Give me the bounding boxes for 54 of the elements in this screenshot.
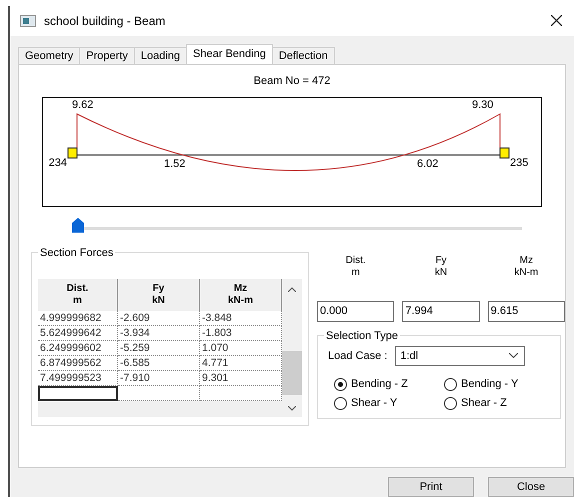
- scroll-up-icon: [288, 286, 296, 292]
- readout-label: Fy kN: [434, 254, 448, 279]
- moment-value: 9.30: [472, 98, 494, 111]
- group-title: Section Forces: [39, 246, 114, 259]
- radio-option[interactable]: Shear - Z: [444, 396, 554, 410]
- group-title: Selection Type: [325, 330, 399, 342]
- tab[interactable]: Deflection: [272, 46, 335, 64]
- table-cell: 4.999999682: [38, 310, 118, 326]
- chevron-down-icon: [509, 353, 518, 358]
- radio-option[interactable]: Bending - Z: [334, 378, 444, 391]
- radio-option[interactable]: Shear - Y: [334, 396, 444, 410]
- table-cell: 7.499999523: [38, 370, 118, 386]
- table-cell: 6.874999562: [38, 356, 118, 371]
- node-label: 235: [510, 156, 528, 169]
- scrollbar-thumb[interactable]: [282, 350, 302, 395]
- support-node: [68, 147, 78, 158]
- moment-value: 9.62: [72, 98, 94, 111]
- close-icon: [551, 15, 562, 26]
- load-case-dropdown[interactable]: 1:dl: [395, 346, 526, 366]
- readout-label: Mz kN-m: [513, 254, 540, 279]
- table-cell: -3.934: [118, 326, 200, 341]
- readout-field[interactable]: 9.615: [488, 300, 565, 322]
- window-title: school building - Beam: [44, 14, 166, 28]
- table-cell: 5.624999642: [38, 326, 118, 341]
- table-cell: 4.771: [200, 356, 282, 371]
- table-cell: 1.070: [200, 340, 282, 356]
- readout-field[interactable]: 7.994: [402, 300, 480, 322]
- dialog-button[interactable]: Close: [488, 477, 574, 497]
- tab[interactable]: Loading: [134, 46, 188, 64]
- tab[interactable]: Shear Bending: [186, 44, 273, 64]
- tab[interactable]: Geometry: [18, 46, 80, 64]
- readout-field[interactable]: 0.000: [317, 300, 394, 322]
- zero-point-label: 6.02: [417, 158, 438, 170]
- beam-number: Beam No = 472: [254, 74, 330, 87]
- selected-cell[interactable]: [38, 386, 118, 401]
- window-icon: [20, 14, 36, 27]
- table-cell: -7.910: [118, 370, 200, 386]
- tab[interactable]: Property: [79, 46, 135, 64]
- node-label: 234: [48, 156, 67, 169]
- zero-point-label: 1.52: [164, 158, 186, 170]
- dialog-button[interactable]: Print: [388, 477, 474, 497]
- table-cell: 6.249999602: [38, 340, 118, 356]
- table-cell: -1.803: [200, 326, 282, 341]
- table-cell: -6.585: [118, 356, 200, 371]
- readout-label: Dist. m: [344, 254, 367, 279]
- table-cell: 9.301: [200, 370, 282, 386]
- table-cell: -5.259: [118, 340, 200, 356]
- scroll-down-icon: [288, 406, 296, 411]
- radio-option[interactable]: Bending - Y: [444, 378, 554, 391]
- table-cell: -2.609: [118, 310, 200, 326]
- support-node: [500, 147, 510, 158]
- table-cell: -3.848: [200, 310, 282, 326]
- slider-thumb[interactable]: [72, 218, 84, 233]
- load-case-label: Load Case :: [328, 350, 388, 362]
